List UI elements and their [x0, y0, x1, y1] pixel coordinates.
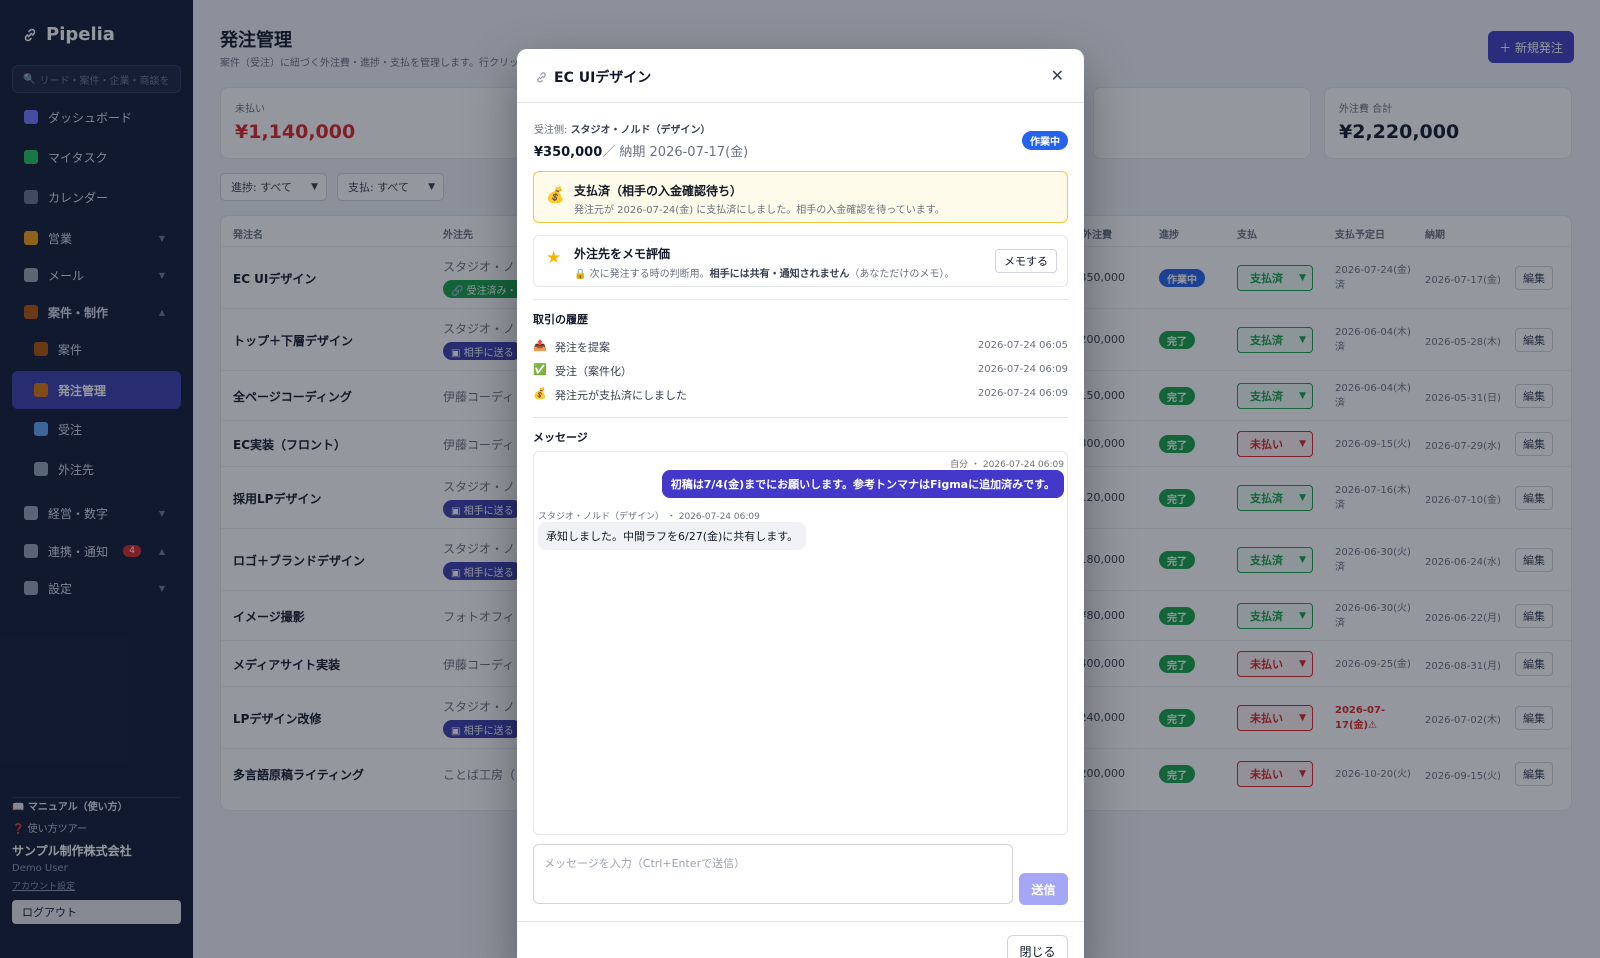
close-button[interactable]: 閉じる — [1007, 935, 1068, 958]
history-text: 受注（案件化） — [555, 365, 632, 378]
history-text: 発注を提案 — [555, 341, 610, 354]
client-name: スタジオ・ノルド（デザイン） — [570, 125, 711, 136]
message-meta: スタジオ・ノルド（デザイン） ・ 2026-07-24 06:09 — [538, 512, 760, 522]
client-label: 受注側: — [534, 125, 571, 136]
message-meta: 自分 ・ 2026-07-24 06:09 — [950, 460, 1064, 470]
divider — [533, 299, 1068, 300]
history-item: 📤 発注を提案 2026-07-24 06:05 — [533, 338, 1068, 356]
status-badge: 作業中 — [1022, 131, 1068, 150]
lock-icon: 🔒 — [574, 269, 587, 280]
history-time: 2026-07-24 06:05 — [977, 340, 1068, 351]
link-icon — [537, 71, 546, 83]
message-input[interactable]: メッセージを入力（Ctrl+Enterで送信） — [533, 844, 1013, 904]
outbox-icon: 📤 — [533, 339, 547, 352]
history-item: ✅ 受注（案件化） 2026-07-24 06:09 — [533, 362, 1068, 380]
modal-title-text: EC UIデザイン — [554, 70, 652, 86]
alert-title: 支払済（相手の入金確認待ち） — [574, 184, 743, 198]
memo-title: 外注先をメモ評価 — [574, 247, 671, 261]
memo-text: 次に発注する時の判断用。 — [589, 269, 710, 280]
memo-text: （あなただけのメモ）。 — [849, 269, 955, 280]
history-item: 💰 発注元が支払済にしました 2026-07-24 06:09 — [533, 386, 1068, 404]
memo-text-bold: 相手には共有・通知されません — [709, 269, 850, 280]
divider — [517, 921, 1084, 922]
history-title: 取引の履歴 — [533, 313, 588, 326]
message-bubble-received: 承知しました。中間ラフを6/27(金)に共有します。 — [538, 522, 807, 550]
divider — [533, 417, 1068, 418]
message-thread[interactable]: 自分 ・ 2026-07-24 06:09 初稿は7/4(金)までにお願いします… — [533, 451, 1068, 835]
payment-status-alert: 💰 支払済（相手の入金確認待ち） 発注元が 2026-07-24(金) に支払済… — [533, 171, 1068, 223]
money-bag-icon: 💰 — [533, 387, 547, 400]
history-text: 発注元が支払済にしました — [555, 389, 687, 402]
modal-header: EC UIデザイン ✕ — [517, 49, 1084, 103]
memo-button[interactable]: メモする — [995, 249, 1057, 273]
history-time: 2026-07-24 06:09 — [977, 388, 1068, 399]
messages-title: メッセージ — [533, 431, 588, 444]
order-deadline: ／ 納期 2026-07-17(金) — [602, 145, 749, 160]
order-price: ¥350,000 — [534, 145, 603, 160]
send-button[interactable]: 送信 — [1019, 873, 1068, 905]
money-bag-icon: 💰 — [546, 186, 565, 204]
message-bubble-sent: 初稿は7/4(金)までにお願いします。参考トンマナはFigmaに追加済みです。 — [661, 470, 1064, 498]
close-icon[interactable]: ✕ — [1051, 66, 1064, 85]
check-icon: ✅ — [533, 363, 547, 376]
star-icon: ★ — [546, 248, 562, 268]
client-line: 受注側: スタジオ・ノルド（デザイン） — [534, 121, 711, 136]
order-detail-modal: EC UIデザイン ✕ 受注側: スタジオ・ノルド（デザイン） ¥350,000… — [517, 49, 1084, 958]
history-time: 2026-07-24 06:09 — [977, 364, 1068, 375]
alert-text: 発注元が 2026-07-24(金) に支払済にしました。相手の入金確認を待って… — [574, 205, 945, 216]
price-line: ¥350,000／ 納期 2026-07-17(金) — [534, 141, 748, 160]
modal-title: EC UIデザイン — [535, 67, 651, 87]
memo-description: 🔒 次に発注する時の判断用。相手には共有・通知されません（あなただけのメモ）。 — [574, 265, 954, 280]
vendor-memo-card: ★ 外注先をメモ評価 🔒 次に発注する時の判断用。相手には共有・通知されません（… — [533, 235, 1068, 287]
